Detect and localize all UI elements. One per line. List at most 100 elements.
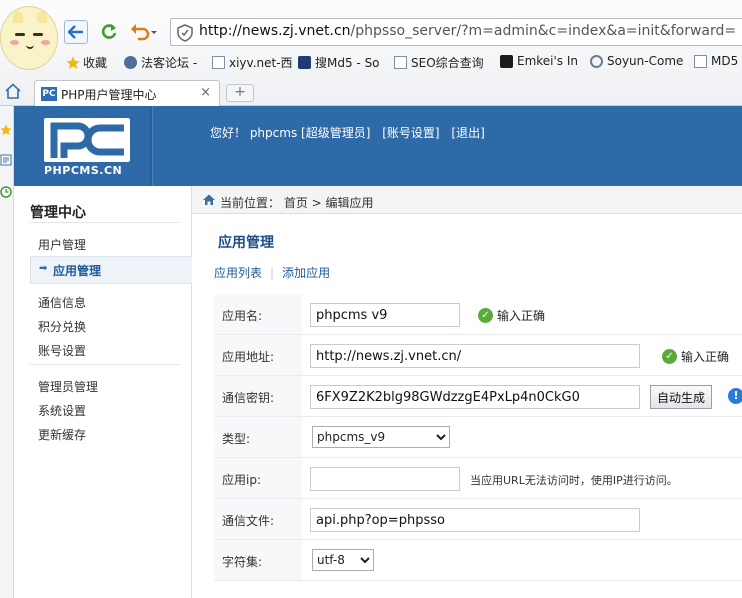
sidebar-title: 管理中心 [30,205,86,221]
address-bar[interactable]: http://news.zj.vnet.cn/phpsso_server/?m=… [170,18,742,46]
site-icon [298,56,311,69]
field-label: 应用ip: [222,473,261,487]
app-url-input[interactable] [310,344,640,368]
home-icon [202,193,216,209]
star-icon[interactable] [0,124,12,136]
sidebar: 管理中心 用户管理 ➡ 应用管理 通信信息 积分兑换 账号设置 管理员管理 系统… [14,186,192,598]
form-row-app-ip: 应用ip: 当应用URL无法访问时，使用IP进行访问。 [214,458,742,499]
bookmark-item[interactable]: SEO综合查询 [394,54,484,71]
bookmark-item[interactable]: Emkei's In [500,54,578,68]
type-select[interactable]: phpcms_v9 [312,426,450,448]
sidebar-item-users[interactable]: 用户管理 [38,236,86,253]
validation-ok: ✓ 输入正确 [662,348,729,365]
close-icon[interactable]: × [200,85,211,100]
field-hint: 当应用URL无法访问时，使用IP进行访问。 [470,474,678,487]
divider [30,364,180,365]
field-label: 通信密钥: [222,391,275,405]
logo-mark [44,118,130,162]
undo-button[interactable] [128,20,160,44]
browser-side-strip [0,106,14,598]
user-bar: 您好！ phpcms [超级管理员] [账号设置] [退出] [210,124,493,141]
sidebar-item-account[interactable]: 账号设置 [38,342,86,359]
field-label: 通信文件: [222,514,275,528]
sidebar-item-credits[interactable]: 积分兑换 [38,318,86,335]
site-icon [124,56,137,69]
sidebar-item-update-cache[interactable]: 更新缓存 [38,426,86,443]
clock-icon[interactable] [0,186,12,198]
form-row-charset: 字符集: utf-8 [214,540,742,581]
tab-active[interactable]: PC PHP用户管理中心 × [34,80,220,106]
sub-tabs: 应用列表 | 添加应用 [214,266,331,280]
refresh-icon [101,24,117,39]
sidebar-item-system-settings[interactable]: 系统设置 [38,402,86,419]
field-label: 应用地址: [222,350,275,364]
url-path: /phpsso_server/?m=admin&c=index&a=init&f… [350,23,737,39]
bookmark-item[interactable]: 法客论坛 - [124,54,197,71]
account-settings-link[interactable]: [账号设置] [382,126,439,140]
sidebar-item-label: 应用管理 [53,264,102,278]
bookmark-item[interactable]: Soyun-Come [590,54,683,68]
logout-link[interactable]: [退出] [451,126,484,140]
bookmark-item[interactable]: xiyv.net-西 [212,54,293,71]
bookmark-label: 搜Md5 - So [315,56,380,70]
home-icon[interactable] [4,83,22,102]
sidebar-item-admins[interactable]: 管理员管理 [38,378,98,395]
divider [30,222,180,223]
phpcms-favicon-icon: PC [41,87,57,101]
app-name-input[interactable] [310,303,460,327]
bookmark-label: 法客论坛 - [141,56,198,70]
page-icon [394,56,407,69]
page-icon [694,54,707,68]
header-divider [150,106,152,186]
check-icon: ✓ [662,349,677,364]
validation-ok: ✓ 输入正确 [478,307,545,324]
arrow-right-icon: ➡ [39,263,48,274]
tab-add-app[interactable]: 添加应用 [282,266,330,280]
field-label: 字符集: [222,555,263,569]
bookmark-label: SEO综合查询 [411,56,484,70]
check-icon: ✓ [478,308,493,323]
api-file-input[interactable] [310,508,640,532]
auto-generate-button[interactable]: 自动生成 [650,385,713,409]
bookmark-favorites[interactable]: 收藏 [66,54,107,71]
bookmark-label: Emkei's In [517,54,579,68]
field-label: 类型: [222,432,251,446]
phpcms-logo[interactable]: PHPCMS.CN [44,118,130,177]
site-icon [500,54,513,68]
breadcrumb: 当前位置： 首页 > 编辑应用 [192,186,742,214]
page-icon [212,56,225,69]
bookmark-item[interactable]: 搜Md5 - So [298,54,380,71]
new-tab-button[interactable]: + [226,84,254,102]
info-icon: ! [728,388,742,404]
greeting-text: 您好！ phpcms [超级管理员] [210,126,371,140]
tab-row: PC PHP用户管理中心 × + [0,78,742,106]
app-ip-input[interactable] [310,467,460,491]
logo-text: PHPCMS.CN [44,164,123,177]
form-row-app-name: 应用名: ✓ 输入正确 [214,294,742,335]
form-row-type: 类型: phpcms_v9 [214,417,742,458]
refresh-button[interactable] [97,20,121,44]
url-host: http://news.zj.vnet.cn [199,23,351,39]
auth-key-input[interactable] [310,385,640,409]
user-avatar[interactable] [0,6,58,70]
tab-app-list[interactable]: 应用列表 [214,266,262,280]
shield-icon [177,24,193,45]
bookmark-label: xiyv.net-西 [229,56,293,70]
form-row-api-file: 通信文件: [214,499,742,540]
bookmark-item[interactable]: MD5 [694,54,738,68]
form-row-app-url: 应用地址: ✓ 输入正确 [214,335,742,376]
sidebar-item-messages[interactable]: 通信信息 [38,294,86,311]
tab-title: PHP用户管理中心 [61,88,157,102]
back-arrow-icon [68,25,83,39]
url-text[interactable]: http://news.zj.vnet.cn/phpsso_server/?m=… [199,23,736,39]
site-icon [590,54,603,68]
validation-text: 输入正确 [497,309,546,323]
sidebar-item-applications[interactable]: ➡ 应用管理 [30,256,192,284]
document-icon[interactable] [0,154,12,166]
charset-select[interactable]: utf-8 [312,549,374,571]
browser-chrome: http://news.zj.vnet.cn/phpsso_server/?m=… [0,0,742,106]
field-label: 应用名: [222,309,263,323]
validation-text: 输入正确 [681,350,730,364]
undo-icon [131,24,157,41]
back-button[interactable] [64,20,88,44]
